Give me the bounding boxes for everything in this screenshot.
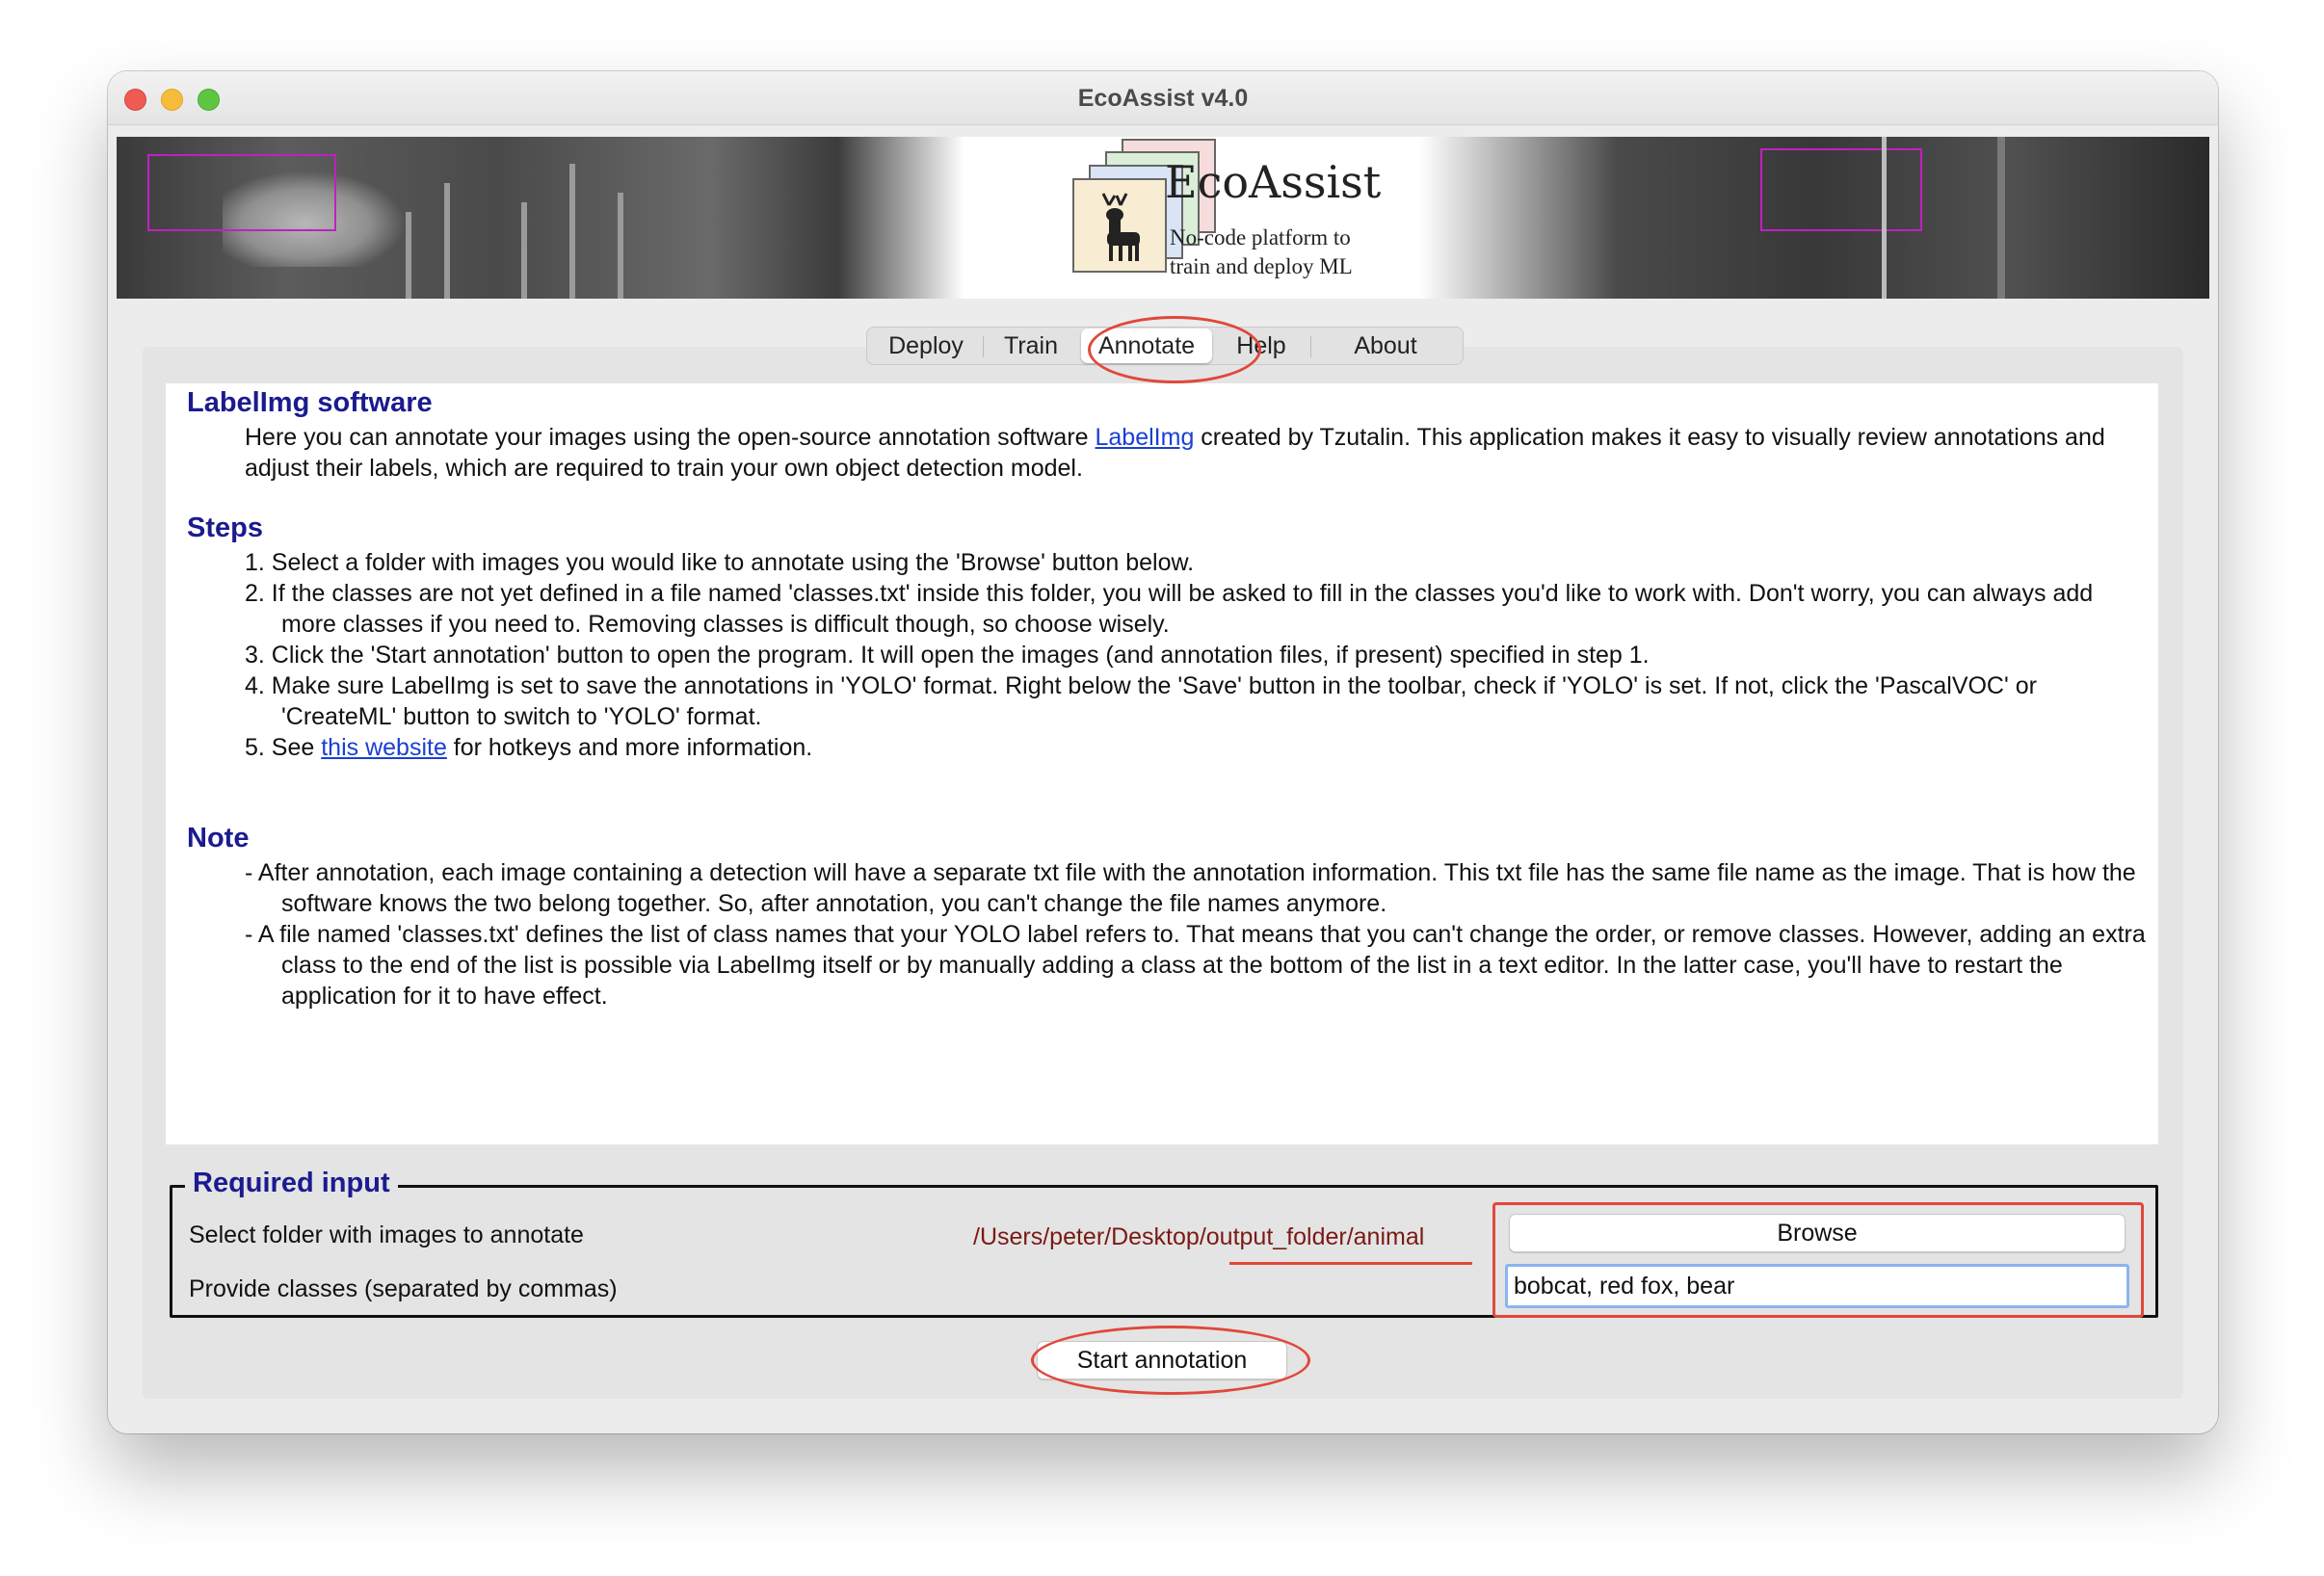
app-window: EcoAssist v4.0 EcoAssist No-code platfor… <box>108 71 2218 1433</box>
labelimg-link[interactable]: LabelImg <box>1096 424 1195 451</box>
classes-label: Provide classes (separated by commas) <box>189 1275 618 1302</box>
tab-deploy[interactable]: Deploy <box>873 328 979 364</box>
logo-subtitle-line1: No-code platform to <box>1170 225 1351 250</box>
annotate-tab-highlight <box>1088 316 1261 383</box>
labelimg-heading: LabelImg software <box>187 387 433 418</box>
logo-subtitle: No-code platform to train and deploy ML <box>1170 223 1353 281</box>
help-text-area: LabelImg software Here you can annotate … <box>166 383 2158 1144</box>
note-2: - A file named 'classes.txt' defines the… <box>245 921 2146 1010</box>
title-bar: EcoAssist v4.0 <box>108 71 2218 125</box>
start-button-highlight <box>1031 1326 1310 1395</box>
tab-about[interactable]: About <box>1314 328 1457 364</box>
camera-trap-photo-fox <box>117 137 964 299</box>
steps-heading: Steps <box>187 512 263 543</box>
step-5: 5. See this website for hotkeys and more… <box>245 732 2149 763</box>
note-1: - After annotation, each image containin… <box>245 859 2136 917</box>
camera-trap-photo-forest <box>1419 137 2209 299</box>
path-underline <box>1229 1262 1472 1265</box>
window-title: EcoAssist v4.0 <box>1077 85 1249 112</box>
folder-label: Select folder with images to annotate <box>189 1221 584 1248</box>
detection-box <box>147 154 336 231</box>
step-2: 2. If the classes are not yet defined in… <box>245 580 2094 638</box>
step-5-start: 5. See <box>245 734 322 761</box>
header-banner: EcoAssist No-code platform to train and … <box>117 137 2209 299</box>
input-highlight <box>1492 1202 2144 1318</box>
step-3: 3. Click the 'Start annotation' button t… <box>245 642 1650 669</box>
required-input-title: Required input <box>185 1168 398 1199</box>
tab-train[interactable]: Train <box>987 328 1075 364</box>
note-heading: Note <box>187 823 250 854</box>
intro-text-start: Here you can annotate your images using … <box>245 424 1096 451</box>
step-4: 4. Make sure LabelImg is set to save the… <box>245 672 2037 730</box>
website-link[interactable]: this website <box>321 734 447 761</box>
logo-title: EcoAssist <box>1165 156 1382 208</box>
deer-icon <box>1072 178 1167 273</box>
logo-subtitle-line2: train and deploy ML <box>1170 254 1353 278</box>
detection-box-right <box>1760 148 1922 231</box>
step-1: 1. Select a folder with images you would… <box>245 549 1195 576</box>
step-5-end: for hotkeys and more information. <box>446 734 813 761</box>
labelimg-intro: Here you can annotate your images using … <box>245 422 2149 484</box>
folder-path: /Users/peter/Desktop/output_folder/anima… <box>973 1223 1425 1250</box>
